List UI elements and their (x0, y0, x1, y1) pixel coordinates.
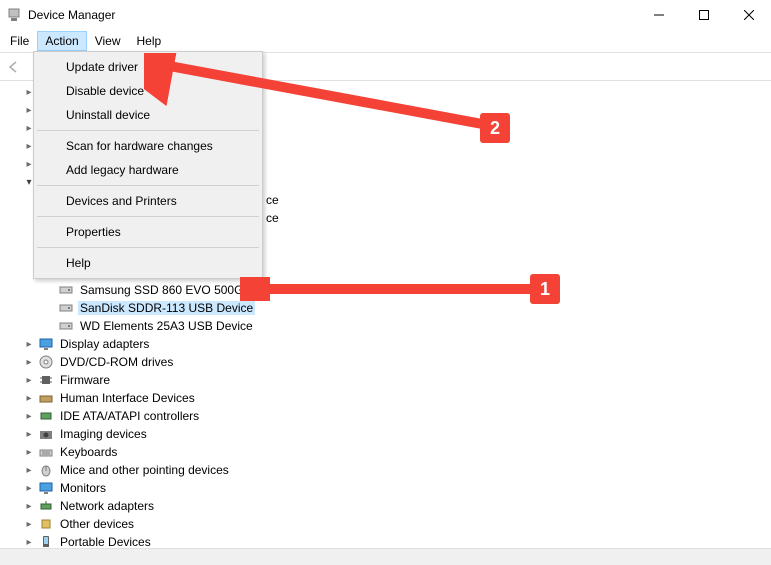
tree-item-portable[interactable]: Portable Devices (4, 533, 771, 547)
tree-item-firmware[interactable]: Firmware (4, 371, 771, 389)
chevron-right-icon[interactable] (22, 517, 36, 531)
controller-icon (38, 408, 54, 424)
tree-item-label: Portable Devices (58, 535, 153, 547)
tree-item-wd-elements[interactable]: WD Elements 25A3 USB Device (4, 317, 771, 335)
tree-item-other[interactable]: Other devices (4, 515, 771, 533)
monitor-icon (38, 480, 54, 496)
menu-separator (37, 130, 259, 131)
display-icon (38, 336, 54, 352)
menu-devices-printers[interactable]: Devices and Printers (36, 189, 260, 213)
menu-bar: File Action View Help (0, 30, 771, 52)
tree-item-label: IDE ATA/ATAPI controllers (58, 409, 201, 423)
tree-item-label: Mice and other pointing devices (58, 463, 231, 477)
menu-uninstall-device[interactable]: Uninstall device (36, 103, 260, 127)
menu-file[interactable]: File (2, 31, 37, 51)
chevron-right-icon[interactable] (22, 427, 36, 441)
chevron-right-icon[interactable] (22, 499, 36, 513)
menu-view[interactable]: View (87, 31, 129, 51)
chevron-right-icon[interactable] (22, 445, 36, 459)
title-bar: Device Manager (0, 0, 771, 30)
chevron-right-icon[interactable] (22, 355, 36, 369)
tree-item-label: Keyboards (58, 445, 119, 459)
disk-drive-icon (58, 318, 74, 334)
menu-help-item[interactable]: Help (36, 251, 260, 275)
horizontal-scrollbar[interactable] (0, 548, 771, 565)
chevron-right-icon[interactable] (22, 373, 36, 387)
disc-icon (38, 354, 54, 370)
tree-item-label: Samsung SSD 860 EVO 500GB (78, 283, 253, 297)
tree-item-label: Display adapters (58, 337, 151, 351)
keyboard-icon (38, 444, 54, 460)
tree-item-network[interactable]: Network adapters (4, 497, 771, 515)
tree-item-ide[interactable]: IDE ATA/ATAPI controllers (4, 407, 771, 425)
tree-item-label: Network adapters (58, 499, 156, 513)
network-icon (38, 498, 54, 514)
other-device-icon (38, 516, 54, 532)
camera-icon (38, 426, 54, 442)
tree-item-label: Human Interface Devices (58, 391, 197, 405)
disk-drive-icon (58, 300, 74, 316)
menu-separator (37, 216, 259, 217)
tree-item-label: WD Elements 25A3 USB Device (78, 319, 255, 333)
menu-add-legacy[interactable]: Add legacy hardware (36, 158, 260, 182)
chevron-right-icon[interactable] (22, 463, 36, 477)
menu-update-driver[interactable]: Update driver (36, 55, 260, 79)
tree-item-label: Other devices (58, 517, 136, 531)
hid-icon (38, 390, 54, 406)
menu-disable-device[interactable]: Disable device (36, 79, 260, 103)
app-icon (6, 7, 22, 23)
tree-item-label: Imaging devices (58, 427, 149, 441)
tree-item-imaging[interactable]: Imaging devices (4, 425, 771, 443)
close-button[interactable] (726, 0, 771, 30)
tree-item-monitors[interactable]: Monitors (4, 479, 771, 497)
tree-item-label: DVD/CD-ROM drives (58, 355, 175, 369)
maximize-button[interactable] (681, 0, 726, 30)
chevron-right-icon[interactable] (22, 535, 36, 547)
tree-item-mice[interactable]: Mice and other pointing devices (4, 461, 771, 479)
tree-item-label: Monitors (58, 481, 108, 495)
menu-help[interactable]: Help (129, 31, 170, 51)
mouse-icon (38, 462, 54, 478)
back-button[interactable] (2, 56, 24, 78)
menu-scan-hardware[interactable]: Scan for hardware changes (36, 134, 260, 158)
disk-drive-icon (58, 282, 74, 298)
minimize-button[interactable] (636, 0, 681, 30)
menu-properties[interactable]: Properties (36, 220, 260, 244)
tree-item-keyboards[interactable]: Keyboards (4, 443, 771, 461)
chevron-right-icon[interactable] (22, 391, 36, 405)
menu-separator (37, 185, 259, 186)
chip-icon (38, 372, 54, 388)
tree-item-sandisk[interactable]: SanDisk SDDR-113 USB Device (4, 299, 771, 317)
chevron-right-icon[interactable] (22, 409, 36, 423)
tree-item-display-adapters[interactable]: Display adapters (4, 335, 771, 353)
tree-item-hid[interactable]: Human Interface Devices (4, 389, 771, 407)
chevron-right-icon[interactable] (22, 481, 36, 495)
tree-item-label: Firmware (58, 373, 112, 387)
chevron-right-icon[interactable] (22, 337, 36, 351)
tree-item-samsung-ssd[interactable]: Samsung SSD 860 EVO 500GB (4, 281, 771, 299)
menu-action[interactable]: Action (37, 31, 86, 51)
window-title: Device Manager (28, 8, 115, 22)
tree-item-label: SanDisk SDDR-113 USB Device (78, 301, 255, 315)
menu-separator (37, 247, 259, 248)
portable-device-icon (38, 534, 54, 547)
tree-item-dvd-drives[interactable]: DVD/CD-ROM drives (4, 353, 771, 371)
action-menu-dropdown: Update driver Disable device Uninstall d… (33, 51, 263, 279)
